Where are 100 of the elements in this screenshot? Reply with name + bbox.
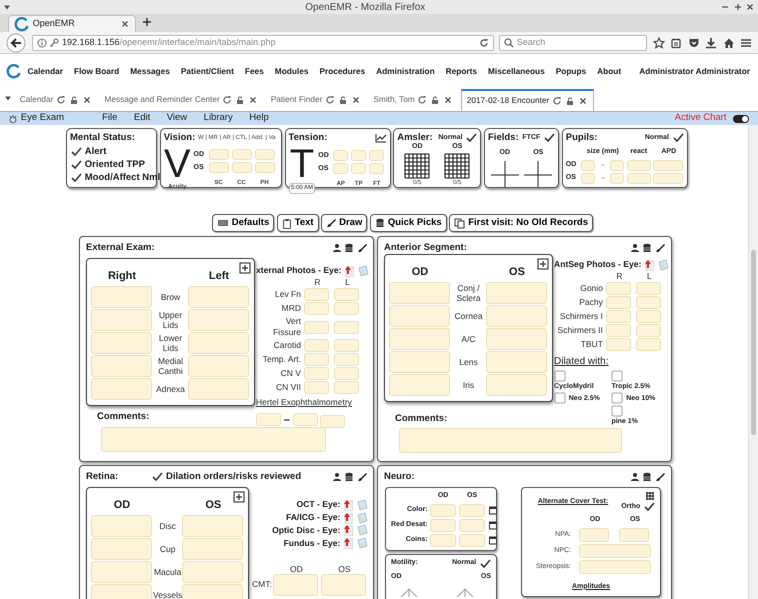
visual-field-drawing[interactable] [523, 158, 554, 186]
toolbar-button[interactable]: First visit: No Old Records [449, 214, 594, 232]
input-field[interactable] [636, 338, 661, 352]
menu-item[interactable]: Fees [244, 64, 264, 78]
input-field[interactable] [636, 324, 661, 338]
input-field[interactable] [351, 163, 366, 174]
text-area[interactable] [91, 286, 152, 308]
toolbar-button[interactable]: Draw [321, 214, 368, 232]
app-tab[interactable]: Smith, Tom [368, 90, 458, 108]
input-field[interactable] [430, 504, 456, 517]
lock-icon[interactable] [430, 94, 440, 104]
menu-item[interactable]: Edit [134, 111, 150, 126]
input-field[interactable] [272, 574, 318, 596]
text-area[interactable] [486, 282, 547, 304]
input-field[interactable] [606, 296, 631, 310]
input-field[interactable] [580, 172, 595, 184]
window-menu-icon[interactable] [2, 3, 11, 11]
input-field[interactable] [606, 282, 631, 296]
menu-item[interactable]: Procedures [319, 64, 366, 78]
checkbox[interactable] [151, 471, 164, 484]
text-area[interactable] [486, 304, 547, 327]
home-icon[interactable] [722, 36, 734, 48]
close-icon[interactable] [578, 96, 588, 106]
input-field[interactable] [304, 320, 329, 334]
input-field[interactable] [292, 413, 318, 426]
menu-item[interactable]: Popups [556, 64, 586, 78]
visual-field-drawing[interactable] [490, 158, 520, 186]
maximize-icon[interactable] [732, 2, 742, 12]
input-field[interactable] [208, 149, 228, 160]
database-icon[interactable] [642, 243, 652, 254]
input-field[interactable] [579, 528, 609, 542]
input-field[interactable] [334, 367, 359, 380]
refresh-icon[interactable] [222, 94, 232, 104]
image-icon[interactable] [356, 524, 368, 536]
menu-item[interactable]: Flow Board [74, 64, 120, 78]
text-area[interactable] [91, 308, 152, 331]
close-icon[interactable] [120, 18, 130, 28]
grid-icon[interactable] [645, 491, 655, 502]
text-area[interactable] [486, 374, 547, 396]
close-icon[interactable] [248, 94, 258, 104]
app-tab[interactable]: Message and Reminder Center [99, 90, 263, 108]
text-area[interactable] [188, 286, 249, 308]
text-area[interactable] [91, 354, 152, 377]
text-area[interactable] [91, 514, 152, 537]
menu-icon[interactable] [740, 36, 752, 48]
input-field[interactable] [458, 534, 485, 547]
input-field[interactable] [232, 162, 252, 174]
text-area[interactable] [91, 584, 152, 599]
database-icon[interactable] [344, 243, 354, 254]
lock-icon[interactable] [68, 94, 79, 104]
app-tab[interactable]: Calendar [14, 90, 97, 108]
text-area[interactable] [399, 428, 622, 453]
refresh-icon[interactable] [325, 94, 336, 104]
text-area[interactable] [188, 378, 249, 400]
expand-icon[interactable] [239, 262, 251, 274]
upload-icon[interactable] [644, 258, 654, 271]
new-tab-icon[interactable] [142, 16, 152, 27]
input-field[interactable] [334, 381, 359, 394]
app-tab[interactable]: 2017-02-18 Encounter [460, 88, 594, 110]
text-area[interactable] [91, 560, 152, 583]
text-area[interactable] [101, 426, 326, 452]
database-icon[interactable] [344, 472, 354, 482]
image-icon[interactable] [356, 537, 368, 550]
menu-item[interactable]: Library [204, 111, 233, 126]
input-field[interactable] [369, 150, 384, 162]
text-area[interactable] [389, 282, 450, 304]
input-field[interactable] [334, 353, 359, 366]
input-field[interactable] [619, 528, 649, 542]
menu-item[interactable]: About [597, 64, 622, 78]
app-tab[interactable]: Patient Finder [266, 90, 366, 108]
toolbar-button[interactable]: Defaults [212, 214, 274, 232]
menu-item[interactable]: Modules [274, 64, 308, 78]
input-field[interactable] [458, 504, 485, 517]
input-field[interactable] [351, 150, 366, 162]
input-field[interactable] [636, 282, 661, 296]
input-field[interactable] [636, 296, 661, 310]
refresh-icon[interactable] [56, 94, 66, 104]
text-area[interactable] [188, 354, 249, 377]
image-icon[interactable] [356, 264, 369, 277]
input-field[interactable] [254, 149, 274, 160]
address-bar[interactable]: 192.168.1.156/openemr/interface/main/tabs/main.php [32, 34, 494, 50]
checkbox[interactable] [611, 392, 624, 404]
upload-icon[interactable] [343, 524, 354, 536]
toolbar-button[interactable]: Quick Picks [370, 214, 447, 232]
brush-icon[interactable] [655, 243, 665, 254]
person-icon[interactable] [630, 243, 640, 254]
input-field[interactable] [579, 560, 651, 574]
menu-item[interactable]: Administration [376, 64, 435, 78]
upload-icon[interactable] [343, 537, 354, 550]
input-field[interactable] [334, 339, 359, 352]
checkbox[interactable] [643, 501, 655, 514]
menu-item[interactable]: Reports [446, 64, 478, 78]
calendar-icon[interactable] [488, 535, 498, 546]
refresh-icon[interactable] [552, 96, 562, 106]
close-icon[interactable] [442, 94, 453, 104]
input-field[interactable] [636, 310, 661, 324]
person-icon[interactable] [630, 472, 640, 482]
checkbox[interactable] [465, 132, 478, 144]
hertel-link[interactable]: Hertel Exophthalmometry [256, 396, 352, 409]
toolbar-button[interactable]: Text [276, 214, 319, 232]
